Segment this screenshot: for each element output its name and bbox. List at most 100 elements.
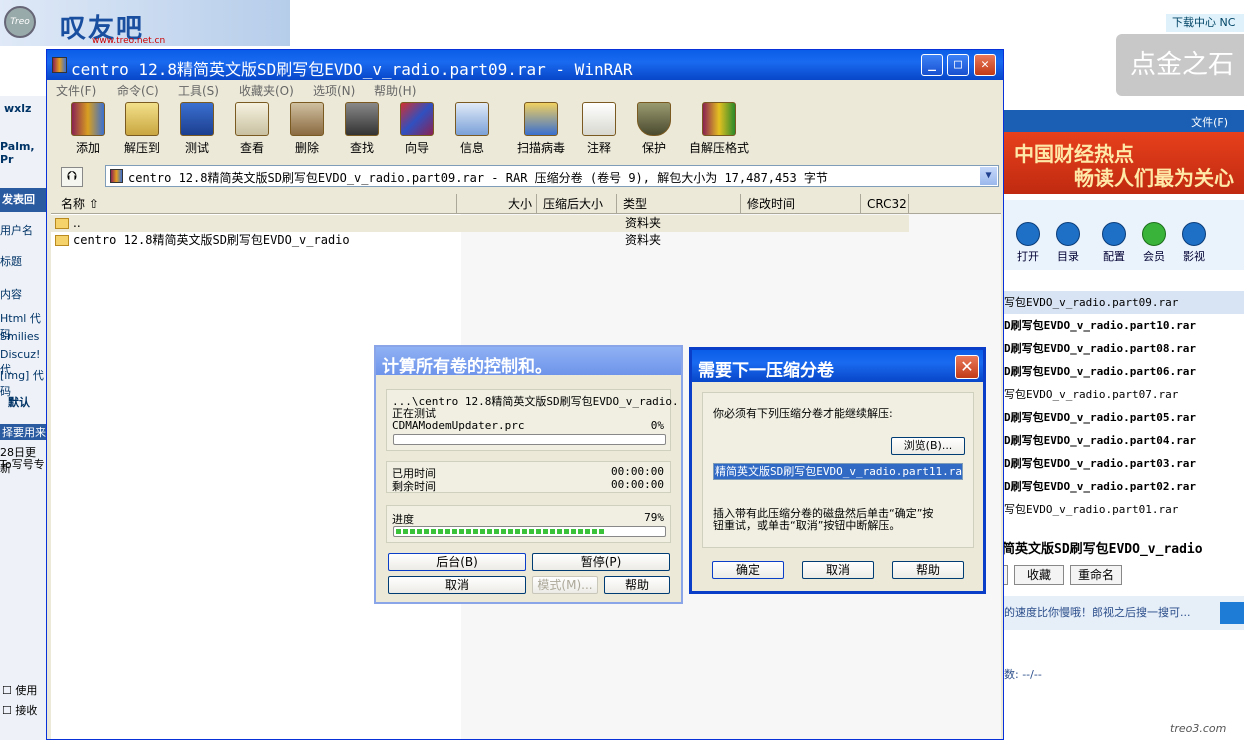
pause-button[interactable]: 暂停(P) <box>532 553 670 571</box>
close-button[interactable]: ✕ <box>974 54 996 76</box>
site-logo-url: www.treo.net.cn <box>92 36 166 46</box>
column-packed[interactable]: 压缩后大小 <box>537 194 617 214</box>
add-button[interactable]: 添加 <box>61 102 115 156</box>
path-dropdown[interactable]: centro 12.8精简英文版SD刷写包EVDO_v_radio.part09… <box>105 165 999 187</box>
row-type: 资料夹 <box>625 216 662 230</box>
count-label: 数: --/-- <box>1004 668 1042 681</box>
next-volume-dialog: 需要下一压缩分卷 ✕ 你必须有下列压缩分卷才能继续解压: 浏览(B)... 精简… <box>689 347 986 594</box>
maximize-button[interactable]: □ <box>947 54 969 76</box>
catalog-tool[interactable]: 目录 <box>1050 222 1086 264</box>
table-row[interactable]: centro 12.8精简英文版SD刷写包EVDO_v_radio 资料夹 <box>51 232 1001 249</box>
catalog-icon <box>1056 222 1080 246</box>
next-volume-title: 需要下一压缩分卷 <box>698 361 834 381</box>
news-line-2: 畅读人们最为关心 <box>1074 166 1234 190</box>
right-file-item[interactable]: D刷写包EVDO_v_radio.part02.rar <box>1004 475 1244 498</box>
right-file-item[interactable]: D刷写包EVDO_v_radio.part05.rar <box>1004 406 1244 429</box>
right-file-item[interactable]: D刷写包EVDO_v_radio.part04.rar <box>1004 429 1244 452</box>
open-tool[interactable]: 打开 <box>1010 222 1046 264</box>
menu-help[interactable]: 帮助(H) <box>374 82 416 99</box>
binoculars-icon <box>345 102 379 136</box>
use-checkbox[interactable]: ☐ 使用 <box>2 682 37 698</box>
test-button[interactable]: 测试 <box>170 102 224 156</box>
protect-button[interactable]: 保护 <box>627 102 681 156</box>
rename-button[interactable]: 重命名 <box>1070 565 1122 585</box>
volume-path-field[interactable]: 精简英文版SD刷写包EVDO_v_radio.part11.rar <box>713 463 963 480</box>
column-size[interactable]: 大小 <box>457 194 537 214</box>
username-label: 用户名 <box>0 224 33 237</box>
right-file-item[interactable]: D刷写包EVDO_v_radio.part08.rar <box>1004 337 1244 360</box>
ok-button[interactable]: 确定 <box>712 561 784 579</box>
receive-checkbox[interactable]: ☐ 接收 <box>2 702 37 718</box>
cancel-button[interactable]: 取消 <box>802 561 874 579</box>
config-tool[interactable]: 配置 <box>1096 222 1132 264</box>
right-file-item[interactable]: D刷写包EVDO_v_radio.part10.rar <box>1004 314 1244 337</box>
winrar-app-icon <box>52 57 67 73</box>
info-button[interactable]: 信息 <box>445 102 499 156</box>
close-icon[interactable]: ✕ <box>955 355 979 379</box>
elapsed-value: 00:00:00 <box>611 465 664 478</box>
view-button[interactable]: 查看 <box>225 102 279 156</box>
menu-file[interactable]: 文件(F) <box>56 82 96 99</box>
column-modified[interactable]: 修改时间 <box>741 194 861 214</box>
scan-virus-button-label: 扫描病毒 <box>516 141 565 155</box>
volume-group: 你必须有下列压缩分卷才能继续解压: 浏览(B)... 精简英文版SD刷写包EVD… <box>702 392 974 548</box>
right-file-item[interactable]: D刷写包EVDO_v_radio.part06.rar <box>1004 360 1244 383</box>
gold-stone-badge[interactable]: 点金之石 <box>1116 34 1244 96</box>
total-progress-bar <box>393 526 666 537</box>
config-tool-label: 配置 <box>1103 250 1125 263</box>
menu-favorites[interactable]: 收藏夹(O) <box>239 82 294 99</box>
comment-button[interactable]: 注释 <box>572 102 626 156</box>
help-button[interactable]: 帮助 <box>892 561 964 579</box>
search-ad-button[interactable] <box>1220 602 1244 624</box>
next-volume-title-bar[interactable]: 需要下一压缩分卷 <box>692 350 983 382</box>
right-file-item[interactable]: 写包EVDO_v_radio.part09.rar <box>1004 291 1244 314</box>
menu-commands[interactable]: 命令(C) <box>117 82 159 99</box>
help-button[interactable]: 帮助 <box>604 576 670 594</box>
checksum-dialog-title[interactable]: 计算所有卷的控制和。 <box>376 347 681 377</box>
extract-to-button[interactable]: 解压到 <box>115 102 169 156</box>
favorite-button[interactable]: 收藏 <box>1014 565 1064 585</box>
chevron-down-icon[interactable]: ▼ <box>980 167 997 185</box>
sfx-button[interactable]: 自解压格式 <box>683 102 755 156</box>
delete-button[interactable]: 删除 <box>280 102 334 156</box>
background-button[interactable]: 后台(B) <box>388 553 526 571</box>
scan-virus-button[interactable]: 扫描病毒 <box>511 102 571 156</box>
add-button-label: 添加 <box>75 141 100 155</box>
row-name: centro 12.8精简英文版SD刷写包EVDO_v_radio <box>73 233 350 247</box>
protect-button-label: 保护 <box>641 141 666 155</box>
info-icon <box>455 102 489 136</box>
smilies-label: Smilies <box>0 330 40 343</box>
wizard-button[interactable]: 向导 <box>390 102 444 156</box>
instruction-line-2: 钮重试，或单击“取消”按钮中断解压。 <box>713 519 901 532</box>
video-tool[interactable]: 影视 <box>1176 222 1212 264</box>
mode-button[interactable]: 模式(M)... <box>532 576 598 594</box>
cancel-button[interactable]: 取消 <box>388 576 526 594</box>
folder-icon <box>55 218 69 229</box>
column-crc[interactable]: CRC32 <box>861 194 909 214</box>
right-file-item[interactable]: 写包EVDO_v_radio.part07.rar <box>1004 383 1244 406</box>
catalog-tool-label: 目录 <box>1057 250 1079 263</box>
download-center-link[interactable]: 下载中心 NC <box>1166 14 1244 32</box>
search-ad[interactable]: 的速度比你慢哦！郎视之后搜一搜可... <box>1002 596 1244 630</box>
winrar-title-bar[interactable]: centro 12.8精简英文版SD刷写包EVDO_v_radio.part09… <box>47 50 1003 80</box>
find-button[interactable]: 查找 <box>335 102 389 156</box>
table-row[interactable]: .. 资料夹 <box>51 215 909 232</box>
progress-label: 进度 <box>392 513 414 526</box>
column-name[interactable]: 名称 ⇧ <box>51 194 457 214</box>
column-name-label: 名称 <box>61 197 86 211</box>
wizard-icon <box>400 102 434 136</box>
column-type[interactable]: 类型 <box>617 194 741 214</box>
vip-icon <box>1142 222 1166 246</box>
menu-tools[interactable]: 工具(S) <box>178 82 219 99</box>
sort-up-icon: ⇧ <box>88 197 99 211</box>
member-tool[interactable]: 会员 <box>1136 222 1172 264</box>
right-file-item[interactable]: 写包EVDO_v_radio.part01.rar <box>1004 498 1244 521</box>
right-menu-file[interactable]: 文件(F) <box>1002 110 1244 132</box>
right-file-item[interactable]: D刷写包EVDO_v_radio.part03.rar <box>1004 452 1244 475</box>
browse-button[interactable]: 浏览(B)... <box>891 437 965 455</box>
up-folder-button[interactable]: ⮉ <box>61 167 83 187</box>
comment-icon <box>582 102 616 136</box>
gear-icon <box>1102 222 1126 246</box>
menu-options[interactable]: 选项(N) <box>313 82 355 99</box>
minimize-button[interactable]: _ <box>921 54 943 76</box>
